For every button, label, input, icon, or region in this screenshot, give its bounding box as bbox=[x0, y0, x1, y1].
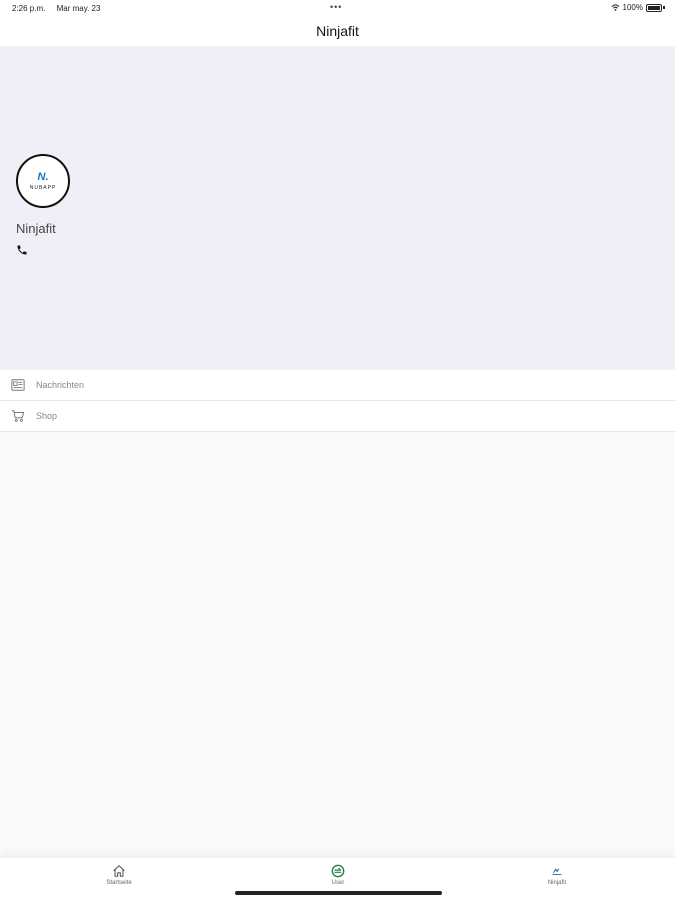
status-bar: 2:26 p.m. Mar may. 23 ••• 100% bbox=[0, 0, 675, 16]
cart-icon bbox=[11, 410, 25, 422]
tab-user[interactable]: User bbox=[308, 864, 368, 886]
ninjafit-logo-icon bbox=[552, 868, 562, 875]
user-icon bbox=[331, 864, 345, 878]
logo-mark: N. bbox=[37, 170, 49, 183]
tab-label: Ninjafit bbox=[547, 880, 567, 886]
menu-item-nachrichten[interactable]: Nachrichten bbox=[0, 370, 675, 401]
battery-percent: 100% bbox=[622, 3, 643, 12]
navigation-bar: Ninjafit bbox=[0, 16, 675, 46]
news-icon bbox=[11, 379, 25, 391]
page-title: Ninjafit bbox=[316, 23, 359, 39]
status-time: 2:26 p.m. bbox=[12, 4, 46, 13]
status-time-date: 2:26 p.m. Mar may. 23 bbox=[12, 4, 100, 13]
profile-header: N. NUBAPP Ninjafit bbox=[0, 46, 675, 370]
gym-name: Ninjafit bbox=[16, 221, 56, 236]
menu-item-label: Shop bbox=[36, 411, 58, 421]
tab-ninjafit[interactable]: Ninjafit bbox=[527, 864, 587, 886]
home-indicator bbox=[235, 891, 442, 895]
gym-logo: N. NUBAPP bbox=[16, 154, 70, 208]
home-icon bbox=[113, 865, 125, 877]
tab-label: User bbox=[331, 880, 345, 886]
status-indicators: 100% bbox=[611, 3, 665, 12]
menu-item-shop[interactable]: Shop bbox=[0, 401, 675, 432]
menu-list: Nachrichten Shop bbox=[0, 370, 675, 432]
multitasking-dots[interactable]: ••• bbox=[330, 2, 342, 12]
tab-startseite[interactable]: Startseite bbox=[89, 864, 149, 886]
logo-text: NUBAPP bbox=[29, 184, 57, 191]
battery-cap bbox=[663, 6, 665, 9]
menu-item-label: Nachrichten bbox=[36, 380, 85, 390]
status-date: Mar may. 23 bbox=[56, 4, 101, 13]
wifi-icon bbox=[611, 4, 619, 11]
battery-icon bbox=[646, 3, 662, 12]
phone-icon[interactable] bbox=[16, 244, 28, 256]
tab-label: Startseite bbox=[106, 880, 132, 886]
